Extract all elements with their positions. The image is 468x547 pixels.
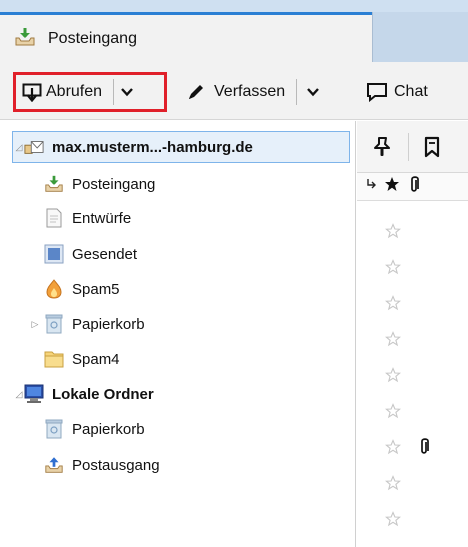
- inbox-tab-icon: [14, 27, 36, 51]
- get-messages-button[interactable]: Abrufen: [13, 72, 167, 112]
- folder-label: Spam5: [72, 280, 120, 298]
- folder-label: Entwürfe: [72, 209, 132, 227]
- chat-button[interactable]: Chat: [366, 75, 428, 109]
- folder-row-spam5[interactable]: Spam5: [44, 275, 120, 303]
- sent-icon: [44, 244, 64, 264]
- folder-label: Postausgang: [72, 456, 160, 474]
- collapse-twisty-icon[interactable]: ◿: [14, 142, 24, 153]
- folder-label: Lokale Ordner: [52, 385, 154, 403]
- folder-row-drafts[interactable]: Entwürfe: [44, 204, 131, 232]
- folder-row-account[interactable]: ◿ max.musterm...-hamburg.de: [14, 133, 253, 161]
- thread-pane: [357, 121, 468, 547]
- message-row[interactable]: [357, 505, 468, 535]
- star-column-icon[interactable]: [384, 176, 400, 195]
- trash-icon: [44, 419, 64, 439]
- tab-inbox[interactable]: Posteingang: [0, 12, 372, 62]
- pin-icon[interactable]: [371, 136, 393, 158]
- drafts-icon: [44, 208, 64, 228]
- collapse-twisty-icon[interactable]: ◿: [14, 389, 24, 400]
- tab-label: Posteingang: [48, 29, 137, 47]
- folder-label: Papierkorb: [72, 420, 145, 438]
- expand-twisty-icon[interactable]: ▷: [30, 319, 40, 330]
- column-header: [357, 173, 468, 201]
- spam-icon: [44, 279, 64, 299]
- star-outline-icon[interactable]: [384, 367, 402, 387]
- folder-label: Papierkorb: [72, 315, 145, 333]
- star-outline-icon[interactable]: [384, 403, 402, 423]
- folder-row-trash[interactable]: ▷ Papierkorb: [30, 310, 145, 338]
- star-outline-icon[interactable]: [384, 475, 402, 495]
- star-outline-icon[interactable]: [384, 511, 402, 531]
- message-row[interactable]: [357, 217, 468, 247]
- folder-row-inbox[interactable]: Posteingang: [44, 170, 155, 198]
- star-outline-icon[interactable]: [384, 439, 402, 459]
- folder-row-spam4[interactable]: Spam4: [44, 345, 120, 373]
- folder-row-sent[interactable]: Gesendet: [44, 240, 137, 268]
- download-icon: [22, 82, 42, 102]
- star-outline-icon[interactable]: [384, 259, 402, 279]
- quick-filter-bar: [357, 121, 468, 173]
- message-row[interactable]: [357, 469, 468, 499]
- thread-column-icon[interactable]: [366, 176, 378, 197]
- trash-icon: [44, 314, 64, 334]
- pencil-icon: [186, 82, 206, 102]
- folder-pane: ◿ max.musterm...-hamburg.de Posteingang: [0, 121, 356, 547]
- main-toolbar: Abrufen Verfassen Chat: [0, 62, 468, 120]
- star-outline-icon[interactable]: [384, 295, 402, 315]
- attachment-icon: [417, 437, 431, 461]
- tab-strip-empty: [372, 12, 468, 62]
- inbox-icon: [44, 174, 64, 194]
- filter-separator: [408, 133, 409, 161]
- folder-label: Spam4: [72, 350, 120, 368]
- message-row[interactable]: [357, 433, 468, 463]
- folder-icon: [44, 349, 64, 369]
- compose-label: Verfassen: [214, 83, 286, 100]
- compose-button[interactable]: Verfassen: [186, 75, 320, 109]
- folder-row-outbox[interactable]: Postausgang: [44, 451, 160, 479]
- message-row[interactable]: [357, 289, 468, 319]
- attachment-column-icon[interactable]: [407, 175, 421, 198]
- message-row[interactable]: [357, 397, 468, 427]
- chevron-down-icon[interactable]: [306, 84, 320, 101]
- chat-label: Chat: [394, 83, 428, 100]
- chat-bubble-icon: [366, 82, 388, 102]
- folder-row-local-folders[interactable]: ◿ Lokale Ordner: [14, 380, 154, 408]
- folder-label: Posteingang: [72, 175, 156, 193]
- message-row[interactable]: [357, 325, 468, 355]
- star-outline-icon[interactable]: [384, 223, 402, 243]
- message-row[interactable]: [357, 361, 468, 391]
- folder-row-local-trash[interactable]: Papierkorb: [44, 415, 145, 443]
- star-outline-icon[interactable]: [384, 331, 402, 351]
- get-messages-separator: [113, 79, 115, 105]
- bookmark-icon[interactable]: [424, 136, 440, 158]
- compose-separator: [296, 79, 298, 105]
- folder-label: max.musterm...-hamburg.de: [52, 138, 253, 156]
- message-row[interactable]: [357, 253, 468, 283]
- outbox-icon: [44, 455, 64, 475]
- chevron-down-icon[interactable]: [120, 84, 134, 101]
- account-icon: [24, 137, 44, 157]
- get-messages-label: Abrufen: [46, 83, 103, 100]
- tab-bar: Posteingang: [0, 0, 468, 62]
- folder-label: Gesendet: [72, 245, 138, 263]
- local-folders-icon: [24, 384, 44, 404]
